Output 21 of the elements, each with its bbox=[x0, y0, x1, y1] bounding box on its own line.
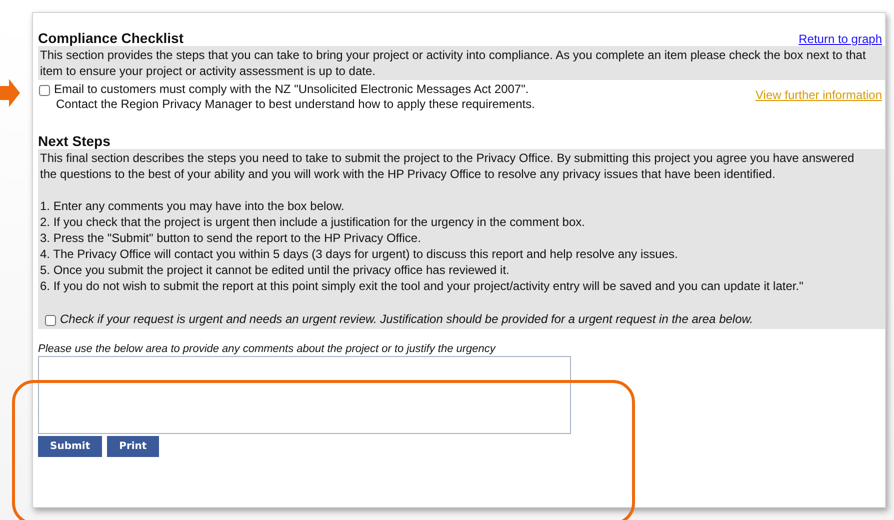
section-heading: Compliance Checklist bbox=[38, 30, 184, 46]
urgent-label: Check if your request is urgent and needs an urgent review. Justification should be provided for a urgent request in the area below. bbox=[60, 312, 754, 326]
checklist-text: Email to customers must comply with the NZ "Unsolicited Electronic Messages Act 2007". bbox=[54, 82, 530, 97]
checklist-text: Contact the Region Privacy Manager to best understand how to apply these requirements. bbox=[55, 97, 536, 112]
step-text: 1. Enter any comments you may have into the box below. bbox=[40, 198, 346, 214]
section-description: This final section describes the steps you need to take to submit the project to the Privacy Office. By submitting this project you agree you have answered the questions to the best of your ability and you will work with the HP Privacy Office to resolve any privacy issues that have been identified. bbox=[40, 150, 856, 182]
form-button[interactable]: Submit bbox=[38, 436, 102, 457]
comment-label: Please use the below area to provide any comments about the project or to justify the urgency bbox=[38, 343, 497, 355]
item-checkbox[interactable] bbox=[39, 85, 50, 96]
form-button[interactable]: Print bbox=[107, 436, 159, 457]
comment-field[interactable] bbox=[38, 356, 571, 434]
arrow-icon bbox=[0, 79, 20, 107]
step-text: 5. Once you submit the project it cannot be edited until the privacy office has reviewed it. bbox=[40, 262, 510, 278]
step-text: 2. If you check that the project is urgent then include a justification for the urgency in the comment box. bbox=[40, 214, 586, 230]
urgent-checkbox[interactable] bbox=[45, 315, 56, 326]
step-text: 6. If you do not wish to submit the report at this point simply exit the tool and your project/activity entry will be saved and you can update it later." bbox=[40, 278, 804, 294]
step-text: 4. The Privacy Office will contact you within 5 days (3 days for urgent) to discuss this report and help resolve any issues. bbox=[40, 246, 679, 262]
step-text: 3. Press the "Submit" button to send the report to the HP Privacy Office. bbox=[40, 230, 422, 246]
section-heading: Next Steps bbox=[38, 133, 110, 149]
section-description: This section provides the steps that you can take to bring your project or activity into compliance. As you complete an item please check the box next to that item to ensure your project or activity assessment is up to date. bbox=[40, 47, 867, 79]
return-link[interactable]: Return to graph bbox=[798, 32, 882, 46]
